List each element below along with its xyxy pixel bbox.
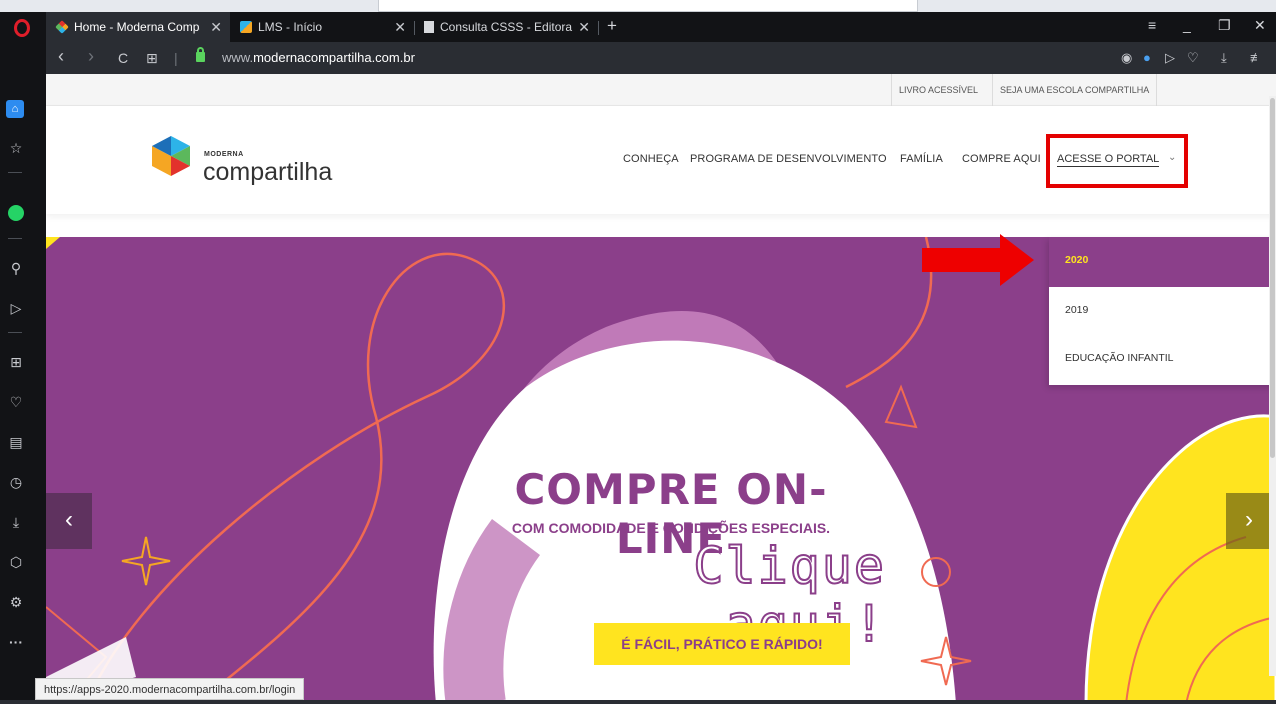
tab-close-icon[interactable]: ✕ [394, 19, 406, 36]
menu-conheca[interactable]: CONHEÇA [623, 153, 679, 165]
new-tab-button[interactable]: + [607, 16, 617, 36]
heart-bookmark-icon[interactable]: ♡ [1187, 50, 1199, 66]
desktop-top-strip [0, 0, 1276, 12]
tab-consulta-csss[interactable]: Consulta CSSS - Editora Moderna ✕ [414, 12, 598, 42]
url-field[interactable]: www.modernacompartilha.com.br [222, 50, 415, 65]
bookmark-star-icon[interactable]: ☆ [6, 140, 26, 157]
tab-bar: Home - Moderna Compartilha ✕ LMS - Iníci… [0, 12, 1276, 42]
status-bar-url: https://apps-2020.modernacompartilha.com… [35, 678, 305, 700]
sidebar-separator [8, 172, 22, 173]
logo-wordmark[interactable]: compartilha [203, 158, 332, 187]
downloads-icon[interactable]: ⤓ [6, 514, 26, 531]
tabs-grid-icon[interactable]: ⊞ [146, 50, 158, 67]
lock-icon [196, 47, 205, 62]
flow-send-icon[interactable]: ▷ [6, 300, 26, 317]
site-top-bar: LIVRO ACESSÍVEL SEJA UMA ESCOLA COMPARTI… [46, 74, 1276, 106]
moderna-logo-icon[interactable] [150, 134, 192, 178]
menu-familia[interactable]: FAMÍLIA [900, 153, 943, 165]
more-icon[interactable]: ··· [6, 634, 26, 650]
history-icon[interactable]: ◷ [6, 474, 26, 491]
dropdown-item-educacao-infantil[interactable]: EDUCAÇÃO INFANTIL [1049, 335, 1276, 385]
search-icon[interactable]: ⚲ [6, 260, 26, 277]
speed-dial-icon[interactable]: ⊞ [6, 354, 26, 371]
menu-acesse-portal[interactable]: ACESSE O PORTAL [1057, 153, 1160, 167]
scrollbar-thumb[interactable] [1270, 98, 1275, 458]
url-prefix: www. [222, 50, 254, 65]
portal-dropdown-menu: 2020 2019 EDUCAÇÃO INFANTIL [1049, 237, 1276, 385]
tab-label: Consulta CSSS - Editora Moderna [440, 20, 574, 34]
forward-icon[interactable]: › [88, 46, 94, 67]
tab-label: LMS - Início [258, 20, 323, 34]
livro-acessivel-link[interactable]: LIVRO ACESSÍVEL [891, 74, 985, 106]
page-scrollbar[interactable] [1269, 96, 1276, 676]
tab-lms[interactable]: LMS - Início ✕ [230, 12, 414, 42]
menu-programa[interactable]: PROGRAMA DE DESENVOLVIMENTO [690, 153, 887, 165]
red-arrow-annotation-icon [922, 234, 1034, 286]
dropdown-item-2019[interactable]: 2019 [1049, 287, 1276, 337]
seja-escola-link[interactable]: SEJA UMA ESCOLA COMPARTILHA [992, 74, 1158, 106]
menu-acesse-portal-highlight[interactable]: ACESSE O PORTAL ⌄ [1046, 134, 1188, 188]
logo-wordmark-small: MODERNA [204, 151, 244, 158]
sidebar-separator [8, 332, 22, 333]
vpn-shield-icon[interactable]: ● [1143, 50, 1151, 65]
carousel-prev-button[interactable]: ‹ [46, 493, 92, 549]
browser-window: Home - Moderna Compartilha ✕ LMS - Iníci… [0, 12, 1276, 704]
easy-setup-icon[interactable]: ≢ [1250, 50, 1263, 65]
close-window-button[interactable]: ✕ [1254, 17, 1266, 34]
address-separator: | [174, 50, 178, 66]
moderna-favicon-icon [55, 20, 69, 34]
camera-icon[interactable]: ◉ [1121, 50, 1132, 66]
carousel-next-button[interactable]: › [1226, 493, 1272, 549]
url-domain: modernacompartilha.com.br [253, 50, 415, 65]
sidebar-separator [8, 238, 22, 239]
hero-subheadline: COM COMODIDADE E CONDIÇÕES ESPECIAIS. [511, 520, 831, 536]
lms-favicon-icon [240, 21, 252, 33]
tab-close-icon[interactable]: ✕ [210, 19, 222, 36]
hero-tagline: É FÁCIL, PRÁTICO E RÁPIDO! [594, 623, 850, 665]
address-bar: ‹ › C ⊞ | www.modernacompartilha.com.br … [46, 42, 1276, 74]
tab-close-icon[interactable]: ✕ [578, 19, 590, 36]
tab-label: Home - Moderna Compartilha [74, 20, 200, 34]
whatsapp-icon[interactable] [8, 205, 24, 221]
document-favicon-icon [424, 21, 434, 33]
news-icon[interactable]: ▤ [6, 434, 26, 451]
heart-icon[interactable]: ♡ [6, 394, 26, 411]
minimize-button[interactable]: _ [1183, 17, 1191, 33]
tab-separator [598, 21, 599, 35]
background-window-edge [378, 0, 918, 12]
settings-gear-icon[interactable]: ⚙ [6, 594, 26, 611]
maximize-button[interactable]: ❐ [1218, 17, 1231, 34]
extensions-box-icon[interactable]: ⬡ [6, 554, 26, 571]
back-icon[interactable]: ‹ [58, 46, 64, 67]
menu-compre-aqui[interactable]: COMPRE AQUI [962, 153, 1041, 165]
site-header: MODERNA compartilha CONHEÇA PROGRAMA DE … [46, 106, 1276, 214]
dropdown-item-2020[interactable]: 2020 [1049, 237, 1276, 287]
tab-home-moderna[interactable]: Home - Moderna Compartilha ✕ [46, 12, 230, 42]
reload-icon[interactable]: C [118, 50, 128, 66]
window-bottom-edge [0, 700, 1276, 704]
tab-menu-icon[interactable]: ≡ [1148, 17, 1156, 33]
web-page: LIVRO ACESSÍVEL SEJA UMA ESCOLA COMPARTI… [46, 74, 1276, 704]
send-icon[interactable]: ▷ [1165, 50, 1175, 66]
opera-sidebar: ⌂ ☆ ⚲ ▷ ⊞ ♡ ▤ ◷ ⤓ ⬡ ⚙ ··· [0, 42, 46, 704]
opera-logo-icon[interactable] [14, 19, 30, 37]
download-icon[interactable]: ⤓ [1221, 50, 1227, 66]
chevron-down-icon: ⌄ [1168, 152, 1177, 163]
home-icon[interactable]: ⌂ [6, 100, 24, 118]
